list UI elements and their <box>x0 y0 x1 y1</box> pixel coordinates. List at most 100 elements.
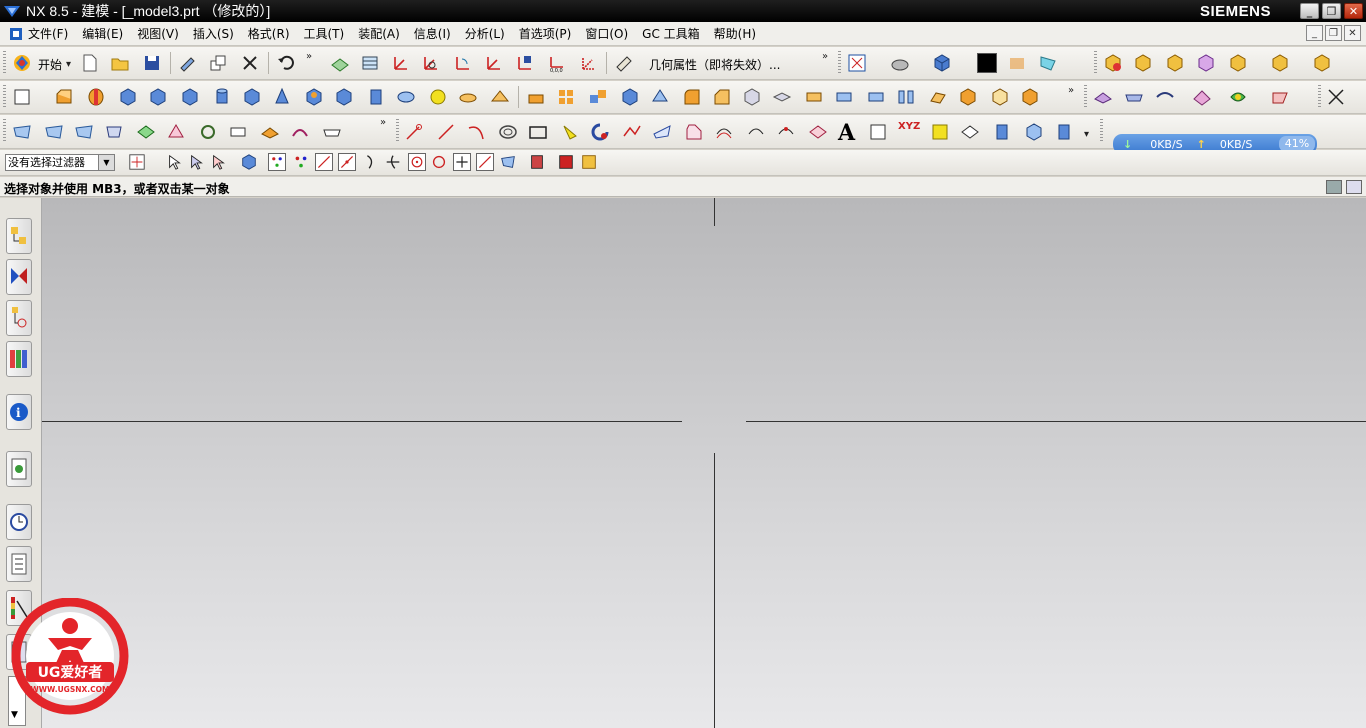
chamfer-icon[interactable] <box>712 87 732 107</box>
system-materials-tab[interactable] <box>6 546 32 582</box>
hd3d-tools-tab[interactable]: i <box>6 394 32 430</box>
wcs-display-icon[interactable] <box>578 53 598 73</box>
thicken-icon[interactable] <box>772 87 792 107</box>
assembly-check-icon[interactable] <box>1228 53 1248 73</box>
layer-settings-icon[interactable] <box>360 53 380 73</box>
start-button[interactable]: 开始 <box>38 56 62 73</box>
chevron-down-icon[interactable]: ▼ <box>98 155 114 170</box>
text-icon[interactable]: A <box>838 120 858 146</box>
surface-analysis-icon[interactable] <box>1228 87 1248 107</box>
cylinder-icon[interactable] <box>212 87 232 107</box>
cylinder-curve-icon[interactable] <box>992 122 1012 142</box>
doc-restore-button[interactable]: ❐ <box>1325 25 1342 41</box>
toolbar-grip[interactable] <box>1100 119 1103 143</box>
constraint-navigator-tab[interactable] <box>6 259 32 295</box>
menu-preferences[interactable]: 首选项(P) <box>519 25 572 42</box>
line-icon[interactable] <box>436 122 456 142</box>
trim-body-icon[interactable] <box>866 87 886 107</box>
surface-four-point-icon[interactable] <box>12 122 32 142</box>
unite-icon[interactable] <box>588 87 608 107</box>
full-screen-icon[interactable] <box>1326 180 1342 194</box>
snap-point-on-face-icon[interactable] <box>499 153 517 171</box>
history-tab[interactable] <box>6 504 32 540</box>
menu-assembly[interactable]: 装配(A) <box>358 25 400 42</box>
menu-file[interactable]: 文件(F) <box>28 25 68 42</box>
restore-button[interactable]: ❐ <box>1322 3 1341 19</box>
fit-view-icon[interactable] <box>847 53 867 73</box>
polygon-icon[interactable] <box>560 122 580 142</box>
doc-minimize-button[interactable]: _ <box>1306 25 1323 41</box>
geometry-props-icon[interactable] <box>614 53 634 73</box>
toolbar-grip[interactable] <box>838 51 841 75</box>
toolbar-grip[interactable] <box>3 85 6 109</box>
surface-through-curves-icon[interactable] <box>1124 87 1144 107</box>
assembly-remove-icon[interactable] <box>1196 53 1216 73</box>
part-navigator-tab[interactable] <box>6 300 32 336</box>
menu-analysis[interactable]: 分析(L) <box>465 25 505 42</box>
toolbar-grip[interactable] <box>1084 85 1087 109</box>
snap-enable-icon[interactable] <box>268 153 286 171</box>
surface-trim-icon[interactable] <box>166 122 186 142</box>
section-curve-icon[interactable] <box>868 122 888 142</box>
surface-ribbon-icon[interactable] <box>1093 87 1113 107</box>
wrap-geometry-icon[interactable] <box>958 87 978 107</box>
law-curve-icon[interactable] <box>930 122 950 142</box>
law-extension-icon[interactable] <box>322 122 342 142</box>
toolbar-overflow-icon[interactable]: » <box>306 51 312 62</box>
toolbar-overflow-icon-3[interactable]: » <box>1068 85 1074 96</box>
isoparametric-icon[interactable] <box>960 122 980 142</box>
cone-icon[interactable] <box>272 87 292 107</box>
snap-intersection-icon[interactable] <box>384 153 402 171</box>
datum-plane-icon[interactable] <box>330 53 350 73</box>
filter-body-icon[interactable] <box>528 153 546 171</box>
snap-point-on-curve-icon[interactable] <box>476 153 494 171</box>
snap-settings-icon[interactable] <box>292 153 310 171</box>
menu-format[interactable]: 格式(R) <box>248 25 290 42</box>
wedge-icon[interactable] <box>180 87 200 107</box>
surface-grid-icon[interactable] <box>74 122 94 142</box>
offset-face-icon[interactable] <box>804 87 824 107</box>
undo-icon[interactable] <box>276 53 296 73</box>
subtract-icon[interactable] <box>620 87 640 107</box>
snap-point-icon[interactable] <box>1326 87 1346 107</box>
assembly-move-icon[interactable] <box>1133 53 1153 73</box>
toolbar-grip[interactable] <box>1318 85 1321 109</box>
pocket-icon[interactable] <box>334 87 354 107</box>
reuse-library-tab[interactable] <box>6 341 32 377</box>
select-pointer-icon[interactable] <box>166 153 184 171</box>
assembly-arrangement-icon[interactable] <box>1270 53 1290 73</box>
emboss-icon[interactable] <box>490 87 510 107</box>
studio-spline-icon[interactable] <box>622 122 642 142</box>
new-file-icon[interactable] <box>80 53 100 73</box>
sew-icon[interactable] <box>228 122 248 142</box>
type-filter-select[interactable]: 没有选择过滤器 ▼ <box>5 154 115 171</box>
curve-more-dropdown-icon[interactable]: ▾ <box>1084 129 1089 140</box>
surface-studio-icon[interactable] <box>44 122 64 142</box>
intersection-curve-icon[interactable] <box>808 122 828 142</box>
rectangle-icon[interactable] <box>528 122 548 142</box>
extract-curve-icon[interactable] <box>1024 122 1044 142</box>
shaded-cube-icon[interactable] <box>932 53 952 73</box>
extract-geometry-icon[interactable] <box>1020 87 1040 107</box>
minimize-button[interactable]: _ <box>1300 3 1319 19</box>
shell-icon[interactable] <box>742 87 762 107</box>
pipe-icon[interactable] <box>396 87 416 107</box>
swept-icon[interactable] <box>290 122 310 142</box>
close-button[interactable]: ✕ <box>1344 3 1363 19</box>
revolve-icon[interactable] <box>86 87 106 107</box>
toolbar-grip[interactable] <box>3 51 6 75</box>
section-analysis-icon[interactable] <box>1270 87 1290 107</box>
surface-sweep-icon[interactable] <box>1155 87 1175 107</box>
pad-icon[interactable] <box>458 87 478 107</box>
snap-endpoint-icon[interactable] <box>315 153 333 171</box>
snap-existing-point-icon[interactable] <box>453 153 471 171</box>
pattern-icon[interactable] <box>556 87 576 107</box>
box-icon[interactable] <box>242 87 262 107</box>
app-menu-icon[interactable] <box>8 26 24 42</box>
toolbar-grip[interactable] <box>1094 51 1097 75</box>
snap-arc-center-icon[interactable] <box>408 153 426 171</box>
sphere-icon[interactable] <box>428 87 448 107</box>
helix-icon[interactable] <box>498 122 518 142</box>
fillet-curve-icon[interactable] <box>590 122 610 142</box>
bridge-curve-icon[interactable] <box>746 122 766 142</box>
